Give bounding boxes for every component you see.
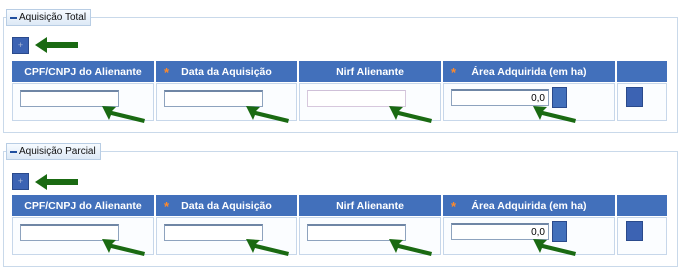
column-header-data-aquisicao: * Data da Aquisição [156,61,297,82]
column-header-actions [617,195,667,216]
column-header-nirf-alienante: Nirf Alienante [299,195,441,216]
required-marker: * [451,199,457,214]
arrow-annotation-icon [246,106,289,123]
legend-aquisicao-total[interactable]: Aquisição Total [6,9,92,26]
arrow-annotation-icon [35,174,78,190]
required-marker: * [164,65,170,80]
column-header-area-adquirida: * Área Adquirida (em ha) [443,61,615,82]
column-header-cpf-cnpj: CPF/CNPJ do Alienante [12,61,154,82]
legend-label: Aquisição Parcial [19,146,96,157]
column-header-nirf-alienante: Nirf Alienante [299,61,441,82]
plus-icon: + [17,176,24,186]
arrow-annotation-icon [102,106,145,123]
plus-icon: + [17,40,24,50]
arrow-annotation-icon [35,37,78,53]
arrow-annotation-icon [246,239,289,256]
delete-row-button[interactable] [626,221,643,241]
column-header-area-adquirida: * Área Adquirida (em ha) [443,195,615,216]
legend-label: Aquisição Total [19,12,87,23]
arrow-annotation-icon [389,239,432,256]
legend-aquisicao-parcial[interactable]: Aquisição Parcial [6,143,101,160]
collapse-icon [10,16,17,19]
required-marker: * [164,199,170,214]
arrow-annotation-icon [102,239,145,256]
arrow-annotation-icon [533,106,576,123]
column-header-cpf-cnpj: CPF/CNPJ do Alienante [12,195,154,216]
collapse-icon [10,150,17,153]
add-row-button[interactable]: + [12,37,29,54]
arrow-annotation-icon [389,106,432,123]
column-header-actions [617,61,667,82]
arrow-annotation-icon [533,239,576,256]
column-header-data-aquisicao: * Data da Aquisição [156,195,297,216]
required-marker: * [451,65,457,80]
delete-row-button[interactable] [626,87,643,107]
area-adquirida-input[interactable] [451,89,549,106]
add-row-button[interactable]: + [12,173,29,190]
